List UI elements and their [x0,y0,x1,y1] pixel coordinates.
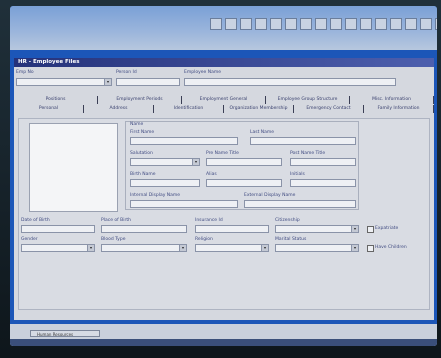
tab-employment-periods[interactable]: Employment Periods [98,96,182,104]
toolbar-button-icon[interactable] [435,18,437,30]
external-display-name-field[interactable] [244,200,356,208]
first-name-field[interactable] [130,137,238,145]
toolbar-button-icon[interactable] [240,18,252,30]
post-name-title-field[interactable] [290,158,356,166]
chevron-down-icon[interactable]: ▾ [351,226,358,232]
internal-display-name-field[interactable] [130,200,238,208]
salutation-label: Salutation [130,151,153,156]
tab-identification[interactable]: Identification [154,105,224,113]
place-of-birth-label: Place of Birth [101,218,131,223]
toolbar-button-icon[interactable] [225,18,237,30]
employee-files-window: HR - Employee Files Emp No ▾ Person Id E… [14,58,434,320]
tab-organization-membership[interactable]: Organization Membership [224,105,294,113]
pre-name-title-field[interactable] [206,158,282,166]
app-menu-area [10,6,437,50]
tab-row-1: Positions Employment Periods Employment … [14,96,434,104]
toolbar-button-icon[interactable] [255,18,267,30]
chevron-down-icon[interactable]: ▾ [192,159,199,165]
taskbar [10,339,437,346]
internal-display-name-label: Internal Display Name [130,193,181,198]
toolbar-button-icon[interactable] [315,18,327,30]
emp-no-field[interactable]: ▾ [16,78,112,86]
toolbar-button-icon[interactable] [420,18,432,30]
toolbar [210,18,437,32]
post-name-title-label: Post Name Title [290,151,326,156]
birth-name-field[interactable] [130,179,200,187]
tab-employment-general[interactable]: Employment General [182,96,266,104]
have-children-label: Have Children [375,245,407,250]
initials-field[interactable] [290,179,356,187]
insurance-id-field[interactable] [195,225,269,233]
alias-field[interactable] [206,179,282,187]
tab-positions[interactable]: Positions [14,96,98,104]
tab-personal[interactable]: Personal [14,105,84,113]
alias-label: Alias [206,172,217,177]
date-of-birth-label: Date of Birth [21,218,50,223]
have-children-checkbox[interactable] [367,245,374,252]
name-section-label: Name [130,122,144,127]
screen: HR - Employee Files Emp No ▾ Person Id E… [10,6,437,346]
expatriate-label: Expatriate [375,226,399,231]
person-id-field[interactable] [116,78,180,86]
chevron-down-icon[interactable]: ▾ [351,245,358,251]
tab-address[interactable]: Address [84,105,154,113]
toolbar-button-icon[interactable] [210,18,222,30]
blood-type-select[interactable]: ▾ [101,244,187,252]
toolbar-button-icon[interactable] [375,18,387,30]
employee-name-label: Employee Name [184,70,221,75]
citizenship-select[interactable]: ▾ [275,225,359,233]
tab-emergency-contact[interactable]: Emergency Contact [294,105,364,113]
name-group: Name First Name Last Name Salutation ▾ P… [125,121,359,210]
pre-name-title-label: Pre Name Title [206,151,239,156]
employee-name-field[interactable] [184,78,396,86]
blood-type-label: Blood Type [101,237,126,242]
toolbar-button-icon[interactable] [390,18,402,30]
tab-family-information[interactable]: Family Information [364,105,434,113]
chevron-down-icon[interactable]: ▾ [104,79,111,85]
gender-label: Gender [21,237,38,242]
initials-label: Initials [290,172,305,177]
gender-select[interactable]: ▾ [21,244,95,252]
marital-status-label: Marital Status [275,237,307,242]
date-of-birth-field[interactable] [21,225,95,233]
chevron-down-icon[interactable]: ▾ [179,245,186,251]
window-title: HR - Employee Files [14,58,434,67]
person-id-label: Person Id [116,70,137,75]
religion-label: Religion [195,237,213,242]
place-of-birth-field[interactable] [101,225,187,233]
birth-name-label: Birth Name [130,172,156,177]
insurance-id-label: Insurance Id [195,218,223,223]
tab-employee-group-structure[interactable]: Employee Group Structure [266,96,350,104]
personal-tab-panel: Name First Name Last Name Salutation ▾ P… [18,118,430,310]
tab-misc-information[interactable]: Misc. Information [350,96,434,104]
external-display-name-label: External Display Name [244,193,296,198]
toolbar-button-icon[interactable] [330,18,342,30]
emp-no-label: Emp No [16,70,34,75]
marital-status-select[interactable]: ▾ [275,244,359,252]
toolbar-button-icon[interactable] [345,18,357,30]
toolbar-button-icon[interactable] [360,18,372,30]
expatriate-checkbox[interactable] [367,226,374,233]
chevron-down-icon[interactable]: ▾ [261,245,268,251]
citizenship-label: Citizenship [275,218,300,223]
toolbar-button-icon[interactable] [285,18,297,30]
toolbar-button-icon[interactable] [405,18,417,30]
first-name-label: First Name [130,130,155,135]
toolbar-button-icon[interactable] [300,18,312,30]
chevron-down-icon[interactable]: ▾ [87,245,94,251]
last-name-field[interactable] [250,137,356,145]
toolbar-button-icon[interactable] [270,18,282,30]
employee-photo [29,123,118,212]
religion-select[interactable]: ▾ [195,244,269,252]
last-name-label: Last Name [250,130,275,135]
salutation-select[interactable]: ▾ [130,158,200,166]
taskbar-button[interactable]: Human Resources [30,330,100,337]
tab-row-2: Personal Address Identification Organiza… [14,105,434,113]
